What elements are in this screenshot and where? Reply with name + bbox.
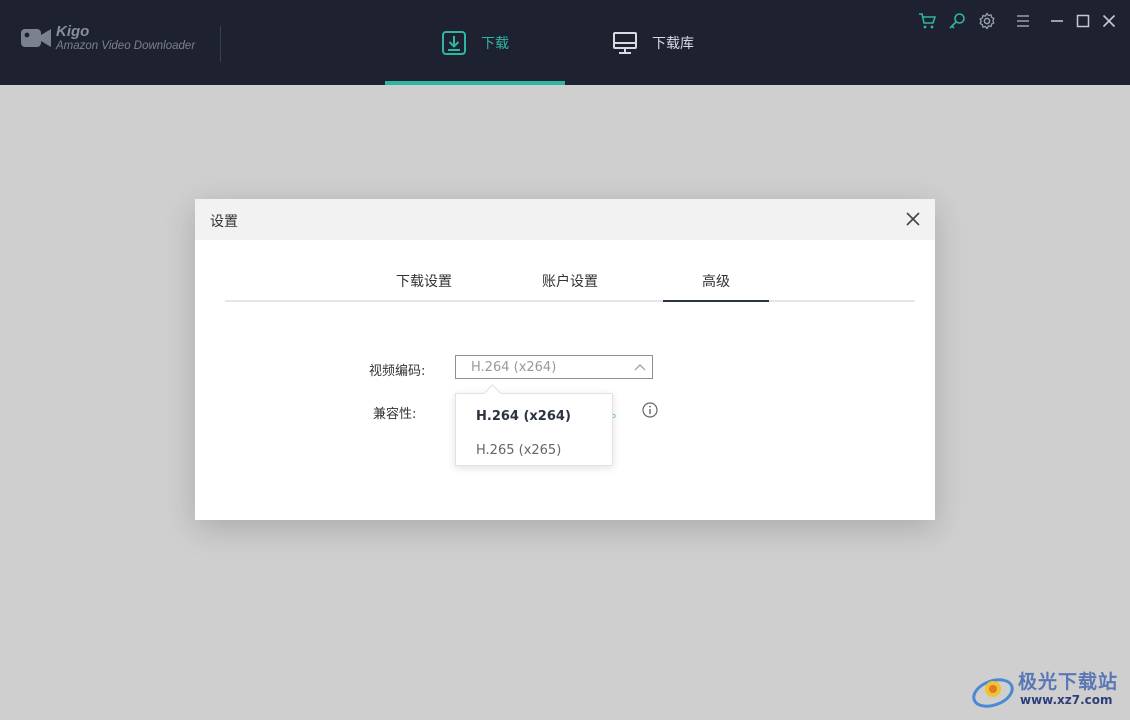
tab-advanced[interactable]: 高级 — [702, 271, 730, 291]
settings-tabs: 下载设置 账户设置 高级 — [225, 259, 915, 302]
watermark: 极光下载站 www.xz7.com — [970, 665, 1120, 715]
nav-active-indicator — [385, 81, 565, 85]
codec-option-h265[interactable]: H.265 (x265) — [476, 443, 561, 458]
title-bar: Kigo Amazon Video Downloader 下载 下载库 — [0, 0, 1130, 85]
dialog-header: 设置 — [195, 199, 935, 240]
window-controls — [908, 10, 1120, 32]
gear-icon[interactable] — [976, 10, 998, 32]
compat-label: 兼容性: — [373, 407, 417, 422]
nav-tab-download[interactable]: 下载 — [385, 0, 565, 85]
codec-select-value: H.264 (x264) — [471, 360, 557, 375]
tab-download-settings[interactable]: 下载设置 — [396, 271, 452, 291]
settings-dialog: 设置 下载设置 账户设置 高级 视频编码: H.264 (x264) 兼容性: … — [195, 199, 935, 520]
dialog-close-icon[interactable] — [905, 211, 921, 227]
watermark-text: 极光下载站 — [1018, 671, 1119, 693]
download-icon — [442, 30, 466, 55]
nav-download-label: 下载 — [481, 35, 509, 52]
app-name: Kigo — [56, 23, 90, 40]
maximize-icon[interactable] — [1072, 10, 1094, 32]
app-logo: Kigo Amazon Video Downloader — [20, 24, 195, 53]
info-icon[interactable] — [642, 402, 658, 418]
monitor-icon — [613, 31, 637, 54]
dialog-title: 设置 — [210, 214, 238, 230]
menu-icon[interactable] — [1012, 10, 1034, 32]
logo-divider — [220, 26, 221, 62]
chevron-up-icon — [634, 364, 646, 371]
minimize-icon[interactable] — [1046, 10, 1068, 32]
codec-option-h264[interactable]: H.264 (x264) — [476, 409, 571, 424]
camera-icon — [21, 29, 51, 48]
tab-account-settings[interactable]: 账户设置 — [542, 271, 598, 291]
dropdown-caret — [483, 384, 502, 403]
app-subtitle: Amazon Video Downloader — [56, 40, 196, 52]
watermark-url: www.xz7.com — [1020, 693, 1113, 707]
tab-active-indicator — [663, 300, 769, 302]
close-icon[interactable] — [1098, 10, 1120, 32]
watermark-logo-icon — [972, 678, 1014, 708]
codec-dropdown: H.264 (x264) H.265 (x265) — [455, 384, 613, 466]
cart-icon[interactable] — [916, 10, 938, 32]
nav-tab-library[interactable]: 下载库 — [612, 0, 694, 85]
codec-select[interactable]: H.264 (x264) — [455, 355, 653, 379]
codec-label: 视频编码: — [369, 364, 426, 379]
nav-library-label: 下载库 — [652, 35, 694, 52]
key-icon[interactable] — [946, 10, 968, 32]
